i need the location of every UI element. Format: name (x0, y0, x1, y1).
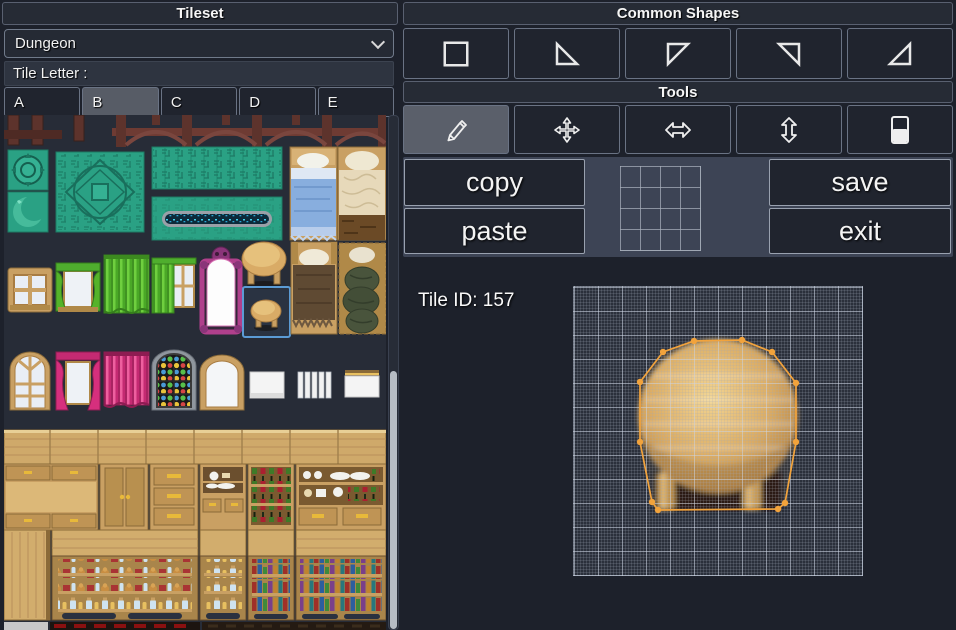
green-curtain-window-tile[interactable] (56, 263, 100, 312)
save-button[interactable]: save (769, 159, 951, 206)
pencil-tool-button[interactable] (403, 105, 509, 154)
shape-triangle-bottom-left-button[interactable] (514, 28, 620, 79)
pencil-icon (442, 116, 470, 144)
blue-bed-tile[interactable] (290, 147, 337, 240)
arched-window-tile[interactable] (10, 352, 50, 410)
tileset-header: Tileset (2, 2, 398, 25)
brown-bed-tile[interactable] (291, 242, 337, 334)
wood-panel-tile[interactable] (4, 530, 50, 620)
ornate-mirror-tile[interactable] (200, 247, 242, 333)
tab-letter-c[interactable]: C (161, 87, 237, 117)
jar-shelf-tile[interactable] (200, 530, 246, 620)
tileset-scrollbar-thumb[interactable] (390, 371, 397, 629)
triangle-top-left-shape-icon (663, 39, 693, 69)
collision-edit-canvas[interactable] (573, 286, 863, 576)
rune-crescent-tile[interactable] (8, 192, 48, 232)
white-shade-tile[interactable] (345, 370, 379, 397)
toy-shelf-tile[interactable] (52, 530, 198, 620)
tileset-dropdown-value: Dungeon (15, 35, 76, 52)
triangle-bottom-right-shape-icon (885, 39, 915, 69)
copy-button[interactable]: copy (404, 159, 585, 206)
wood-window-tile[interactable] (8, 268, 52, 312)
common-shapes-header: Common Shapes (403, 2, 953, 25)
vertical-arrows-icon (776, 115, 802, 145)
square-shape-icon (441, 39, 471, 69)
dish-hutch-tile[interactable] (200, 464, 246, 530)
shape-triangle-top-left-button[interactable] (625, 28, 731, 79)
paste-button[interactable]: paste (404, 208, 585, 254)
collision-polygon[interactable] (640, 340, 796, 510)
stretch-vertical-tool-button[interactable] (736, 105, 842, 154)
horizontal-arrows-icon (663, 117, 693, 143)
pink-curtain-window-tile[interactable] (56, 352, 100, 410)
white-blind-tile[interactable] (250, 372, 284, 398)
half-tile-icon (886, 115, 914, 145)
triangle-top-right-shape-icon (774, 39, 804, 69)
tab-letter-d[interactable]: D (239, 87, 315, 117)
cream-bed-tile[interactable] (338, 147, 386, 240)
bookshelf-tile[interactable] (248, 530, 294, 620)
arched-white-window-tile[interactable] (200, 355, 244, 410)
triangle-bottom-left-shape-icon (552, 39, 582, 69)
shape-triangle-bottom-right-button[interactable] (847, 28, 953, 79)
hieroglyph-panel-tile[interactable] (152, 147, 282, 189)
bedroll-tile[interactable] (339, 243, 386, 334)
partial-tile-row[interactable] (4, 622, 386, 630)
green-curtain-open-tile[interactable] (152, 258, 196, 313)
shape-square-button[interactable] (403, 28, 509, 79)
dish-shelf-tile[interactable] (296, 464, 386, 530)
action-panel: copy paste save exit (403, 157, 953, 257)
collision-polygon-layer[interactable] (573, 286, 863, 576)
rune-circle-tile[interactable] (8, 150, 48, 190)
drawer-chest-tile[interactable] (150, 464, 198, 530)
tile-preview-grid (620, 166, 701, 251)
wine-rack-tile[interactable] (248, 464, 294, 530)
tileset-dropdown[interactable]: Dungeon (4, 29, 394, 58)
white-slat-blind-tile[interactable] (298, 372, 331, 398)
stretch-horizontal-tool-button[interactable] (625, 105, 731, 154)
half-tile-tool-button[interactable] (847, 105, 953, 154)
tools-header: Tools (403, 81, 953, 103)
kitchen-counter-tiles[interactable] (4, 430, 386, 464)
tileset-scrollbar[interactable] (388, 115, 399, 630)
cabinet-tiles[interactable] (4, 464, 148, 530)
move-icon (553, 116, 581, 144)
small-table-tile-selected[interactable] (243, 287, 290, 337)
stained-glass-window-tile[interactable] (152, 350, 196, 410)
chevron-down-icon (371, 34, 385, 48)
move-tool-button[interactable] (514, 105, 620, 154)
pink-curtain-tile[interactable] (104, 352, 149, 407)
tab-letter-b[interactable]: B (82, 87, 158, 117)
tileset-image[interactable] (4, 115, 386, 630)
glowing-trough-tile[interactable] (152, 197, 282, 240)
magic-circle-tile[interactable] (56, 152, 144, 232)
tile-collision-editor-window: Tileset Dungeon Tile Letter : A B C D E (0, 0, 956, 630)
tile-letter-label: Tile Letter : (4, 61, 394, 86)
shape-triangle-top-right-button[interactable] (736, 28, 842, 79)
tab-letter-a[interactable]: A (4, 87, 80, 117)
round-table-tile[interactable] (242, 242, 286, 289)
wood-beams[interactable] (4, 115, 386, 147)
green-curtain-tile[interactable] (104, 255, 149, 313)
exit-button[interactable]: exit (769, 208, 951, 254)
tab-letter-e[interactable]: E (318, 87, 394, 117)
tile-id-label: Tile ID: 157 (418, 290, 514, 312)
wide-bookshelf-tile[interactable] (296, 530, 386, 620)
